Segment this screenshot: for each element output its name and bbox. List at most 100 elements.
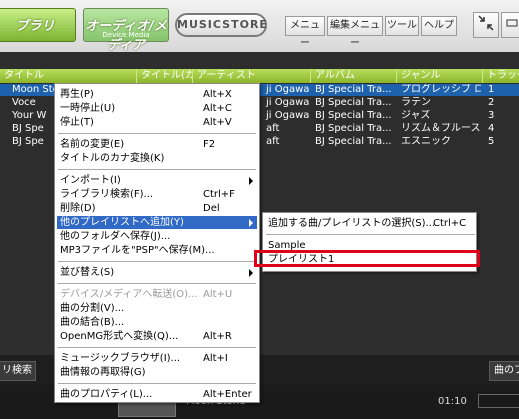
column-header-track[interactable]: トラック bbox=[482, 69, 519, 83]
menu-item-song-properties[interactable]: 曲のプロパティ(L)... Alt+Enter bbox=[57, 388, 257, 401]
library-search-button[interactable]: リ検索 bbox=[0, 361, 36, 381]
edit-menu-button[interactable]: 編集メニュー bbox=[327, 16, 383, 49]
menu-separator bbox=[58, 169, 256, 170]
menu-item-play[interactable]: 再生(P) Alt+X bbox=[57, 88, 257, 101]
menu-item-refetch-info[interactable]: 曲情報の再取得(G) bbox=[57, 366, 257, 379]
tab-device-media[interactable]: オーディオ/メディア Device Media bbox=[83, 8, 169, 53]
menu-item-stop[interactable]: 停止(T) Alt+V bbox=[57, 116, 257, 129]
menu-button[interactable]: メニュー bbox=[285, 16, 325, 49]
menu-item-save-mp3-psp[interactable]: MP3ファイルを"PSP"へ保存(M)... bbox=[57, 244, 257, 257]
cell-track: 5 bbox=[488, 136, 495, 147]
menu-item-label: ミュージックブラウザ(I)... bbox=[60, 353, 181, 364]
menu-item-rename[interactable]: 名前の変更(E) F2 bbox=[57, 138, 257, 151]
column-header-artist[interactable]: アーティスト bbox=[192, 69, 310, 83]
menu-item-label: デバイス/メディアへ転送(O)... bbox=[60, 289, 198, 300]
cell-album: BJ Special Tra... bbox=[315, 136, 392, 147]
submenu-arrow-icon bbox=[249, 177, 253, 185]
cell-artist: ji Ogawa bbox=[266, 110, 310, 121]
menu-item-shortcut: Alt+V bbox=[203, 117, 232, 128]
cell-artist: ji Ogawa bbox=[266, 97, 310, 108]
cell-genre: プログレッシブ ロッ... bbox=[401, 84, 481, 95]
menu-item-label: 他のプレイリストへ追加(Y) bbox=[60, 217, 184, 228]
menu-item-label: 曲の分割(V)... bbox=[60, 303, 125, 314]
music-store-button[interactable]: MUSICSTORE bbox=[175, 13, 267, 37]
menu-item-convert-openmg[interactable]: OpenMG形式へ変換(Q)... Alt+R bbox=[57, 330, 257, 343]
table-header: タイトル タイトル(カナ) アーティスト アルバム ジャンル トラック bbox=[0, 69, 519, 83]
tab-device-sublabel: Device Media bbox=[102, 31, 150, 39]
menu-item-import[interactable]: インポート(I) bbox=[57, 174, 257, 187]
menu-separator bbox=[58, 133, 256, 134]
menu-item-save-to-folder[interactable]: 他のフォルダへ保存(J)... bbox=[57, 230, 257, 243]
cell-title: BJ Spe bbox=[12, 123, 44, 134]
cell-track: 1 bbox=[488, 84, 495, 95]
menu-item-shortcut: Alt+R bbox=[203, 331, 232, 342]
menu-separator bbox=[58, 347, 256, 348]
cell-album: BJ Special Tra... bbox=[315, 97, 392, 108]
column-header-title-kana[interactable]: タイトル(カナ) bbox=[136, 69, 192, 83]
minimize-view-button[interactable] bbox=[473, 12, 499, 38]
now-playing-time: 01:10 bbox=[438, 396, 467, 407]
menu-item-add-to-playlist[interactable]: 他のプレイリストへ追加(Y) bbox=[57, 216, 257, 229]
menu-item-join-tracks[interactable]: 曲の結合(B)... bbox=[57, 316, 257, 329]
menu-item-label: インポート(I) bbox=[60, 175, 121, 186]
menu-item-label: MP3ファイルを"PSP"へ保存(M)... bbox=[60, 245, 215, 256]
cell-genre: リズム＆ブルース bbox=[401, 123, 481, 134]
submenu-item-select-playlist[interactable]: 追加する曲/プレイリストの選択(S)... Ctrl+C bbox=[265, 217, 476, 230]
cell-album: BJ Special Tra... bbox=[315, 84, 392, 95]
cell-album: BJ Special Tra... bbox=[315, 123, 392, 134]
menu-item-pause[interactable]: 一時停止(U) Alt+C bbox=[57, 102, 257, 115]
menu-item-shortcut: Ctrl+F bbox=[203, 189, 235, 200]
cell-title: Your W bbox=[12, 110, 47, 121]
cell-track: 3 bbox=[488, 110, 495, 121]
menu-separator bbox=[266, 234, 475, 235]
menu-item-shortcut: Alt+U bbox=[203, 289, 233, 300]
menu-item-label: 一時停止(U) bbox=[60, 103, 116, 114]
help-button[interactable]: ヘルプ bbox=[421, 16, 457, 36]
cell-genre: ジャズ bbox=[401, 110, 431, 121]
menu-item-delete[interactable]: 削除(D) Del bbox=[57, 202, 257, 215]
column-header-title[interactable]: タイトル bbox=[0, 69, 136, 83]
menu-item-label: 曲の結合(B)... bbox=[60, 317, 125, 328]
menu-item-label: 名前の変更(E) bbox=[60, 139, 125, 150]
shrink-arrows-icon bbox=[478, 15, 494, 31]
menu-item-library-search[interactable]: ライブラリ検索(F)... Ctrl+F bbox=[57, 188, 257, 201]
menu-item-label: 停止(T) bbox=[60, 117, 94, 128]
menu-separator bbox=[58, 261, 256, 262]
menu-item-sort[interactable]: 並び替え(S) bbox=[57, 266, 257, 279]
menu-item-shortcut: F2 bbox=[203, 139, 216, 150]
cell-genre: エスニック bbox=[401, 136, 451, 147]
column-header-genre[interactable]: ジャンル bbox=[396, 69, 482, 83]
menu-item-music-browser[interactable]: ミュージックブラウザ(I)... Alt+I bbox=[57, 352, 257, 365]
column-header-album[interactable]: アルバム bbox=[310, 69, 396, 83]
highlight-box bbox=[254, 250, 480, 267]
menu-item-label: 他のフォルダへ保存(J)... bbox=[60, 231, 171, 242]
menu-item-label: タイトルのカナ変換(K) bbox=[60, 153, 165, 164]
cell-genre: ラテン bbox=[401, 97, 431, 108]
menu-item-shortcut: Ctrl+C bbox=[433, 218, 467, 229]
menu-item-label: 追加する曲/プレイリストの選択(S)... bbox=[268, 218, 436, 229]
menu-separator bbox=[58, 283, 256, 284]
menu-separator bbox=[58, 383, 256, 384]
menu-item-split-track[interactable]: 曲の分割(V)... bbox=[57, 302, 257, 315]
menu-item-shortcut: Alt+I bbox=[203, 353, 228, 364]
menu-item-label: 再生(P) bbox=[60, 89, 94, 100]
cell-artist: ji Ogawa bbox=[266, 84, 310, 95]
cell-artist: aft bbox=[266, 123, 280, 134]
menu-item-shortcut: Alt+Enter bbox=[203, 389, 252, 400]
cell-title: Voce bbox=[12, 97, 36, 108]
submenu-arrow-icon bbox=[249, 219, 253, 227]
tab-library[interactable]: ブラリ bbox=[0, 8, 76, 42]
cell-track: 2 bbox=[488, 97, 495, 108]
menu-item-label: ライブラリ検索(F)... bbox=[60, 189, 154, 200]
menu-item-label: 並び替え(S) bbox=[60, 267, 115, 278]
menu-item-kana-convert[interactable]: タイトルのカナ変換(K) bbox=[57, 152, 257, 165]
player-mode-button[interactable] bbox=[478, 394, 519, 408]
top-header: ブラリ オーディオ/メディア Device Media MUSICSTORE メ… bbox=[0, 0, 519, 53]
submenu-arrow-icon bbox=[249, 269, 253, 277]
song-properties-button[interactable]: 曲のプ bbox=[489, 361, 519, 381]
window-button[interactable] bbox=[501, 12, 519, 38]
menu-item-label: OpenMG形式へ変換(Q)... bbox=[60, 331, 179, 342]
menu-item-shortcut: Del bbox=[203, 203, 220, 214]
tool-button[interactable]: ツール bbox=[385, 16, 419, 36]
window-icon bbox=[506, 19, 518, 27]
